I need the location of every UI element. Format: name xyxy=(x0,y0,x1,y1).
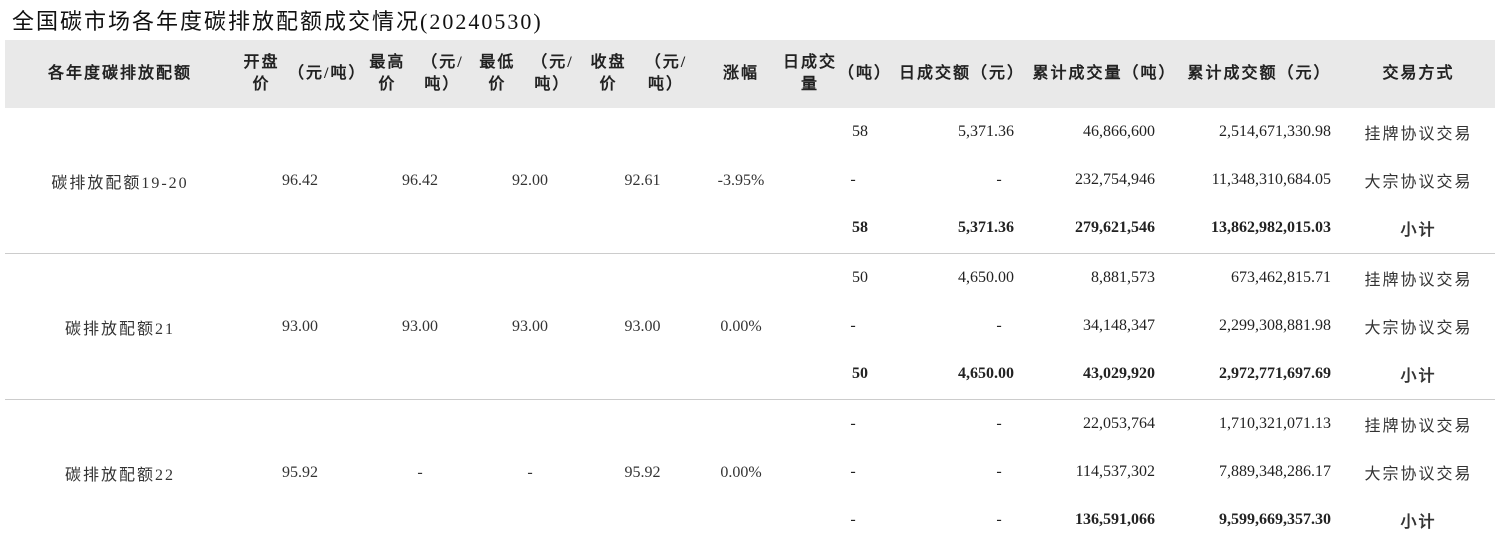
col-allowance-year: 各年度 碳排放配额 xyxy=(5,40,235,108)
daily-amount: 4,650.00 xyxy=(958,269,1014,286)
header-label: 交易方式 xyxy=(1382,65,1455,82)
cumulative-volume: 279,621,546 xyxy=(1075,219,1155,236)
trade-method: 大宗协议交易 xyxy=(1364,466,1473,483)
header-label: 最低价 xyxy=(479,54,516,93)
header-label: （吨） xyxy=(837,65,892,82)
header-label: （元/吨） xyxy=(288,65,367,82)
subtotal-row: - - 136,591,066 9,599,669,357.30 小计 xyxy=(5,496,1495,544)
col-low-price: 最低价 （元/吨） xyxy=(475,40,585,108)
col-change: 涨幅 xyxy=(700,40,782,108)
daily-volume: - xyxy=(850,511,856,528)
cumulative-amount: 13,862,982,015.03 xyxy=(1211,219,1331,236)
header-label: （元/吨） xyxy=(421,54,464,93)
daily-amount: 4,650.00 xyxy=(958,365,1014,382)
cumulative-amount: 7,889,348,286.17 xyxy=(1219,463,1331,480)
header-label: （吨） xyxy=(1122,65,1177,82)
cumulative-amount: 11,348,310,684.05 xyxy=(1211,171,1331,188)
col-high-price: 最高价 （元/吨） xyxy=(365,40,475,108)
allowance-group: 碳排放配额21 93.00 93.00 93.00 93.00 0.00% 50 4,650.… xyxy=(5,254,1495,400)
allowance-group: 碳排放配额22 95.92- -95.92 0.00% - -22,053,764 1,71… xyxy=(5,400,1495,545)
cumulative-volume: 232,754,946 xyxy=(1075,171,1155,188)
table-row: - - 114,537,302 7,889,348,286.17 大宗协议交易 xyxy=(5,448,1495,496)
header-label: 收盘价 xyxy=(590,54,627,93)
col-open-price: 开盘价 （元/吨） xyxy=(235,40,365,108)
daily-volume: 50 xyxy=(852,269,868,286)
header-label: 碳排放配额 xyxy=(102,65,193,82)
trade-method: 大宗协议交易 xyxy=(1364,174,1473,191)
cumulative-amount: 2,514,671,330.98 xyxy=(1219,123,1331,140)
header-label: （元） xyxy=(971,65,1026,82)
cumulative-volume: 43,029,920 xyxy=(1083,365,1155,382)
daily-amount: 5,371.36 xyxy=(958,123,1014,140)
trade-method: 挂牌协议交易 xyxy=(1364,272,1473,289)
daily-volume: 50 xyxy=(852,365,868,382)
table-row: 58 5,371.36 46,866,600 2,514,671,330.98 挂牌协议… xyxy=(5,108,1495,156)
header-label: 最高价 xyxy=(369,54,406,93)
subtotal-row: 58 5,371.36 279,621,546 13,862,982,015.03 小计 xyxy=(5,204,1495,252)
cumulative-volume: 46,866,600 xyxy=(1083,123,1155,140)
header-label: （元/吨） xyxy=(531,54,574,93)
cumulative-volume: 8,881,573 xyxy=(1091,269,1155,286)
carbon-trading-table: 各年度 碳排放配额 开盘价 （元/吨） 最高价 （元/吨） 最低价 （元/吨） 收盘价 （元/吨）… xyxy=(5,40,1495,545)
col-daily-amount: 日成交额 （元） xyxy=(892,40,1032,108)
daily-amount: 5,371.36 xyxy=(958,219,1014,236)
daily-volume: - xyxy=(850,317,856,334)
cumulative-volume: 22,053,764 xyxy=(1083,415,1155,432)
cumulative-volume: 136,591,066 xyxy=(1075,511,1155,528)
cumulative-amount: 2,972,771,697.69 xyxy=(1219,365,1331,382)
cumulative-volume: 34,148,347 xyxy=(1083,317,1155,334)
table-body: 碳排放配额19-20 96.42 96.42 92.00 92.61 -3.95% 58 5,… xyxy=(5,108,1495,545)
trade-method: 小计 xyxy=(1400,222,1437,239)
daily-volume: 58 xyxy=(852,123,868,140)
table-row: 50 4,650.00 8,881,573 673,462,815.71 挂牌协议交易 xyxy=(5,254,1495,302)
col-trade-method: 交易方式 xyxy=(1342,40,1495,108)
page-title: 全国碳市场各年度碳排放配额成交情况(20240530) xyxy=(12,9,543,34)
daily-amount: - xyxy=(996,463,1002,480)
allowance-group: 碳排放配额19-20 96.42 96.42 92.00 92.61 -3.95% 58 5,… xyxy=(5,108,1495,254)
header-label: 涨幅 xyxy=(722,65,759,82)
header-label: 开盘价 xyxy=(243,54,280,93)
daily-amount: - xyxy=(996,171,1002,188)
col-close-price: 收盘价 （元/吨） xyxy=(585,40,700,108)
header-label: 累计成交额 xyxy=(1187,65,1278,82)
daily-amount: - xyxy=(996,317,1002,334)
header-label: （元/吨） xyxy=(644,54,688,93)
trade-method: 挂牌协议交易 xyxy=(1364,418,1473,435)
col-cumulative-amount: 累计成交额 （元） xyxy=(1177,40,1342,108)
daily-amount: - xyxy=(996,511,1002,528)
col-daily-volume: 日成交量 （吨） xyxy=(782,40,892,108)
header-label: 日成交量 xyxy=(782,54,837,93)
header-label: 累计成交量 xyxy=(1032,65,1123,82)
trade-method: 大宗协议交易 xyxy=(1364,320,1473,337)
cumulative-amount: 2,299,308,881.98 xyxy=(1219,317,1331,334)
subtotal-row: 50 4,650.00 43,029,920 2,972,771,697.69 小计 xyxy=(5,350,1495,398)
cumulative-amount: 673,462,815.71 xyxy=(1231,269,1331,286)
daily-amount: - xyxy=(996,415,1002,432)
table-row: - - 34,148,347 2,299,308,881.98 大宗协议交易 xyxy=(5,302,1495,350)
daily-volume: - xyxy=(850,463,856,480)
daily-volume: - xyxy=(850,171,856,188)
table-header: 各年度 碳排放配额 开盘价 （元/吨） 最高价 （元/吨） 最低价 （元/吨） 收盘价 （元/吨）… xyxy=(5,40,1495,108)
header-label: 各年度 xyxy=(47,65,102,82)
trade-method: 小计 xyxy=(1400,368,1437,385)
col-cumulative-volume: 累计成交量 （吨） xyxy=(1032,40,1177,108)
table-row: - - 232,754,946 11,348,310,684.05 大宗协议交易 xyxy=(5,156,1495,204)
daily-volume: - xyxy=(850,415,856,432)
header-label: （元） xyxy=(1277,65,1332,82)
trade-method: 小计 xyxy=(1400,514,1437,531)
header-label: 日成交额 xyxy=(898,65,971,82)
daily-volume: 58 xyxy=(852,219,868,236)
cumulative-amount: 9,599,669,357.30 xyxy=(1219,511,1331,528)
table-row: - - 22,053,764 1,710,321,071.13 挂牌协议交易 xyxy=(5,400,1495,448)
cumulative-amount: 1,710,321,071.13 xyxy=(1219,415,1331,432)
cumulative-volume: 114,537,302 xyxy=(1075,463,1155,480)
trade-method: 挂牌协议交易 xyxy=(1364,126,1473,143)
